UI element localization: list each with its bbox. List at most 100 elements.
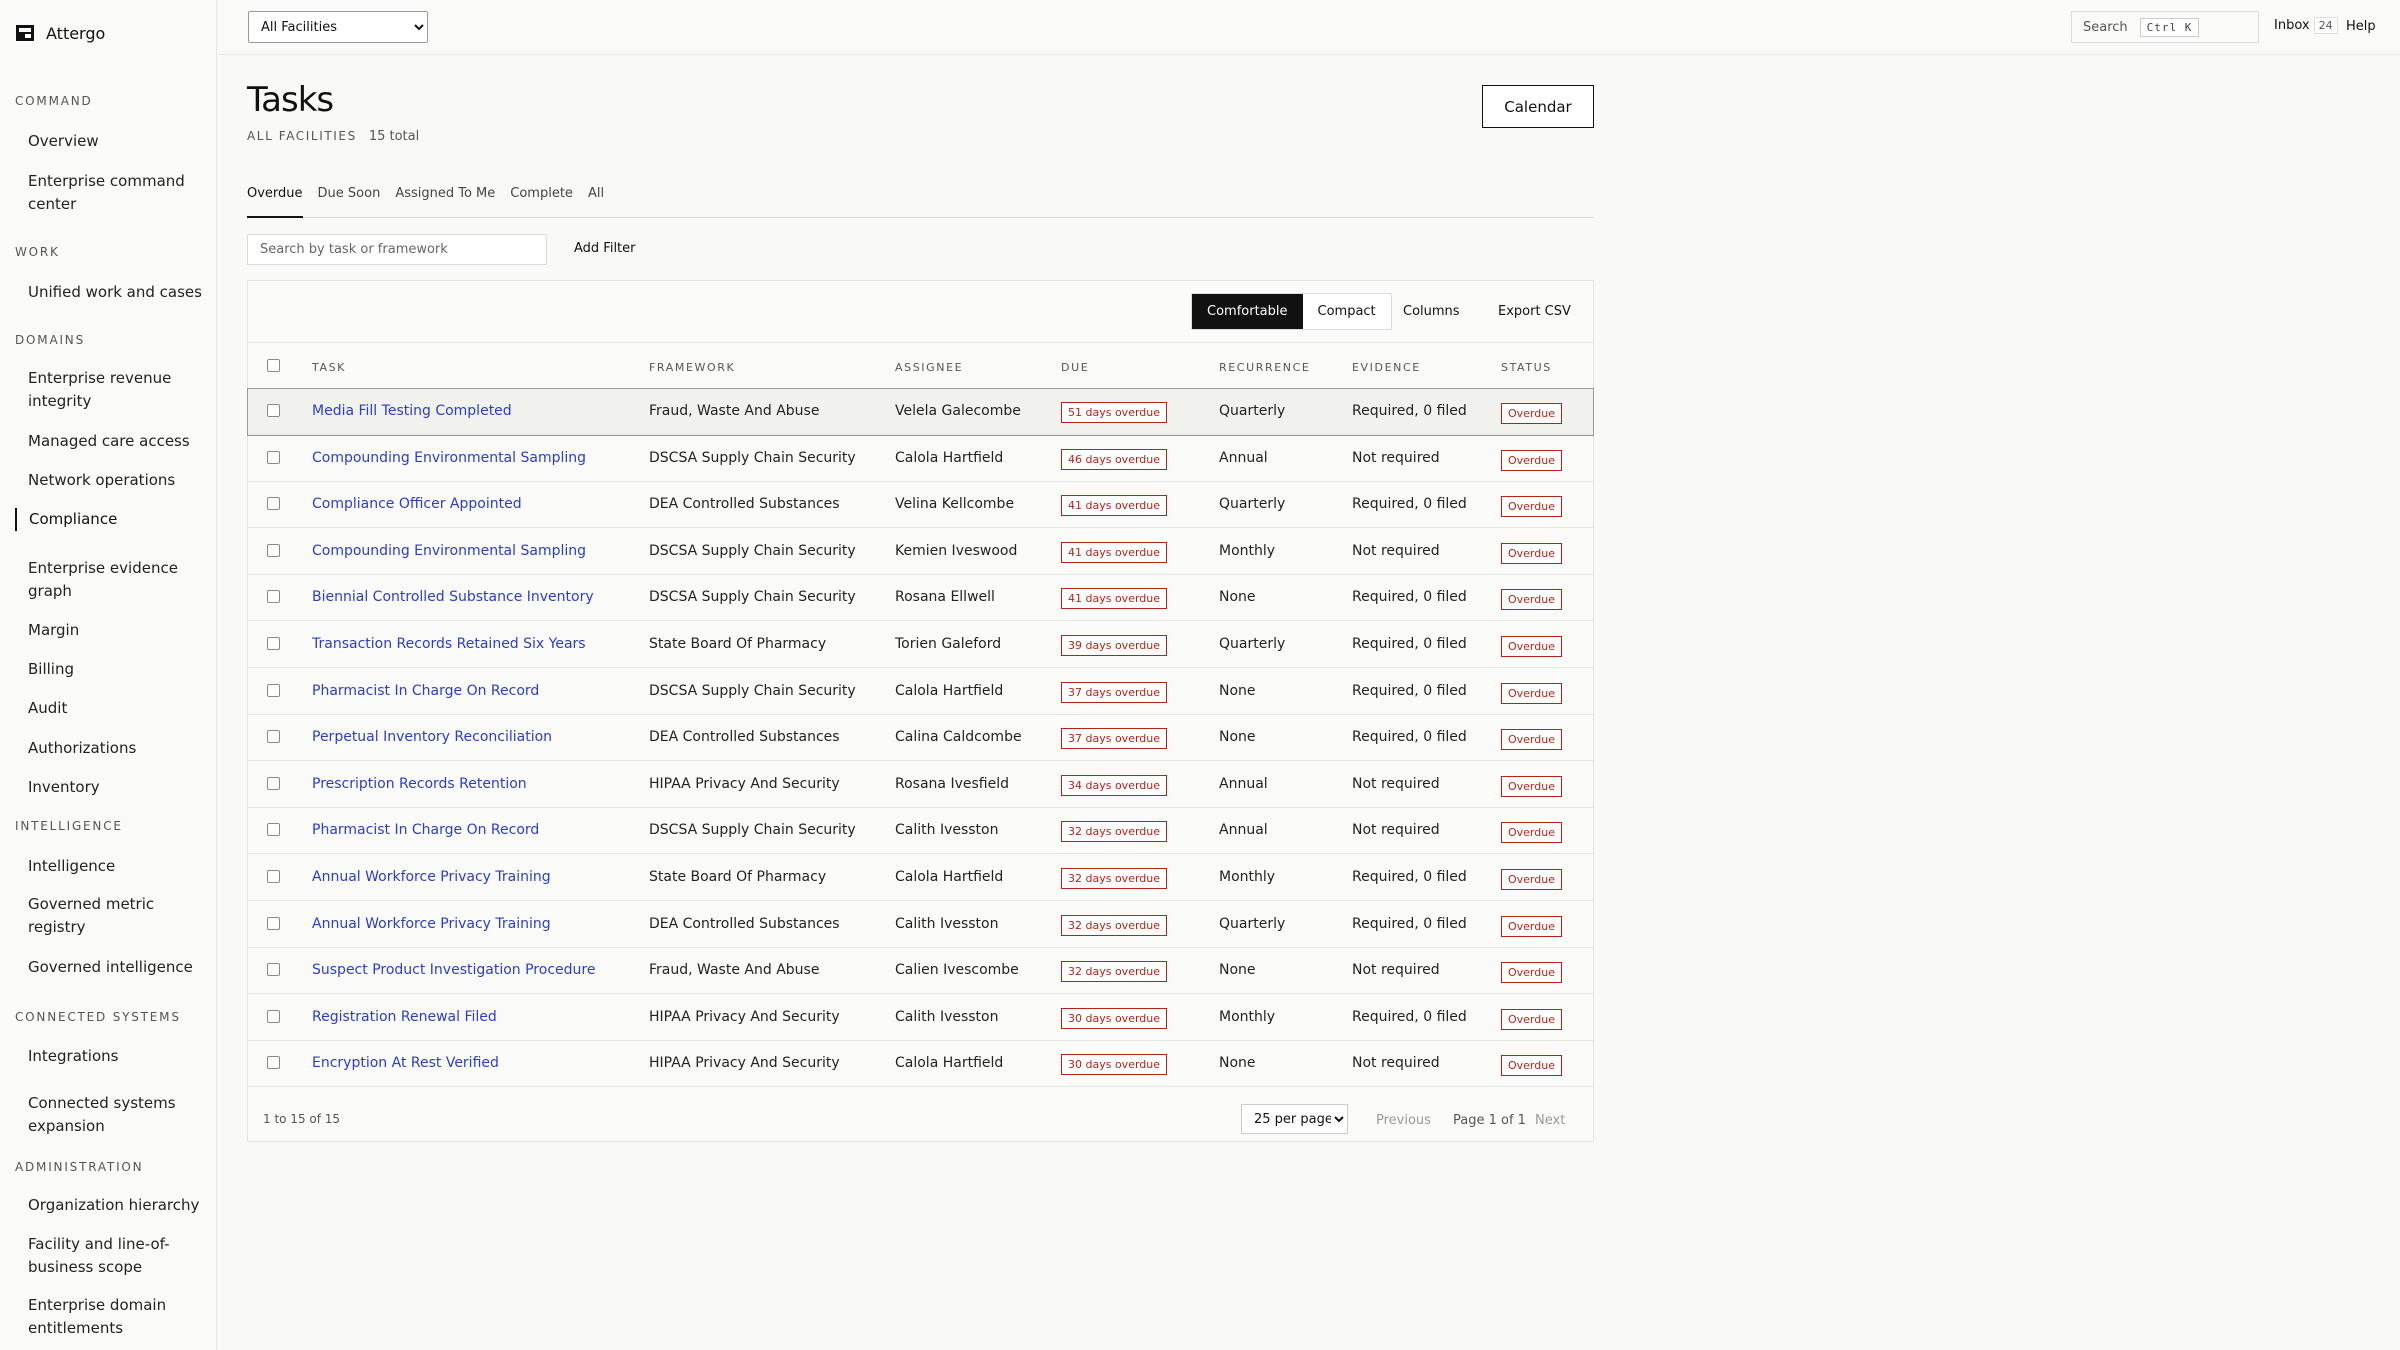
sidebar-item-organization-hierarchy[interactable]: Organization hierarchy: [16, 1194, 211, 1217]
row-checkbox[interactable]: [267, 823, 280, 837]
table-row[interactable]: Compliance Officer Appointed DEA Controll…: [248, 482, 1593, 529]
task-link[interactable]: Media Fill Testing Completed: [312, 403, 512, 419]
previous-page-button[interactable]: Previous: [1376, 1113, 1431, 1128]
sidebar-item-compliance[interactable]: Compliance: [15, 508, 210, 531]
column-header-recurrence[interactable]: RECURRENCE: [1219, 361, 1310, 374]
table-row[interactable]: Compounding Environmental Sampling DSCSA …: [248, 529, 1593, 575]
row-checkbox[interactable]: [267, 916, 280, 930]
page-subtitle: ALL FACILITIES 15 total: [247, 129, 419, 144]
row-checkbox[interactable]: [267, 870, 280, 883]
comfortable-density-button[interactable]: Comfortable: [1192, 294, 1303, 329]
task-link[interactable]: Suspect Product Investigation Procedure: [312, 962, 595, 978]
next-page-button[interactable]: Next: [1535, 1113, 1565, 1128]
sidebar-item-connected-systems-expansion[interactable]: Connected systems expansion: [16, 1092, 211, 1138]
row-checkbox[interactable]: [267, 404, 280, 417]
sidebar-item-overview[interactable]: Overview: [16, 130, 211, 153]
evidence-cell: Not required: [1352, 542, 1440, 559]
tab-overdue[interactable]: Overdue: [247, 184, 303, 218]
tab-due-soon[interactable]: Due Soon: [318, 184, 381, 218]
sidebar-item-authorizations[interactable]: Authorizations: [16, 737, 211, 760]
row-checkbox[interactable]: [267, 683, 280, 697]
sidebar-item-enterprise-command-center[interactable]: Enterprise command center: [16, 170, 211, 216]
sidebar-item-managed-care-access[interactable]: Managed care access: [16, 430, 211, 453]
column-header-framework[interactable]: FRAMEWORK: [649, 361, 735, 374]
export-csv-button[interactable]: Export CSV: [1498, 304, 1571, 319]
brand[interactable]: Attergo: [16, 24, 105, 43]
row-checkbox[interactable]: [267, 497, 280, 511]
sidebar-item-enterprise-revenue-integrity[interactable]: Enterprise revenue integrity: [16, 367, 211, 413]
task-link[interactable]: Annual Workforce Privacy Training: [312, 916, 551, 932]
global-search[interactable]: Search Ctrl K: [2071, 11, 2259, 43]
table-row[interactable]: Biennial Controlled Substance Inventory D…: [248, 575, 1593, 622]
tab-all[interactable]: All: [588, 184, 604, 218]
sidebar-item-governed-metric-registry[interactable]: Governed metric registry: [16, 893, 211, 939]
table-row[interactable]: Prescription Records Retention HIPAA Priv…: [248, 762, 1593, 808]
tab-complete[interactable]: Complete: [510, 184, 573, 218]
column-header-due[interactable]: DUE: [1061, 361, 1089, 374]
column-header-evidence[interactable]: EVIDENCE: [1352, 361, 1421, 374]
sidebar-item-audit[interactable]: Audit: [16, 697, 211, 720]
sidebar-item-billing[interactable]: Billing: [16, 658, 211, 681]
row-checkbox[interactable]: [267, 543, 280, 557]
recurrence-cell: None: [1219, 682, 1256, 699]
sidebar-item-margin[interactable]: Margin: [16, 619, 211, 642]
table-row[interactable]: Pharmacist In Charge On Record DSCSA Supp…: [248, 669, 1593, 715]
row-checkbox[interactable]: [267, 450, 280, 464]
table-row[interactable]: Annual Workforce Privacy Training State B…: [248, 855, 1593, 901]
recurrence-cell: None: [1219, 962, 1256, 979]
task-link[interactable]: Compounding Environmental Sampling: [312, 450, 586, 466]
sidebar-item-facility-and-line-of-business-scope[interactable]: Facility and line-of-business scope: [16, 1233, 211, 1279]
sidebar-item-inventory[interactable]: Inventory: [16, 776, 211, 799]
sidebar-item-intelligence[interactable]: Intelligence: [16, 855, 211, 878]
task-link[interactable]: Compliance Officer Appointed: [312, 496, 522, 512]
add-filter-button[interactable]: Add Filter: [574, 241, 636, 256]
column-header-task[interactable]: TASK: [312, 361, 346, 374]
task-link[interactable]: Prescription Records Retention: [312, 776, 527, 792]
row-checkbox[interactable]: [267, 1009, 280, 1023]
row-checkbox[interactable]: [267, 1056, 280, 1070]
facility-select[interactable]: All Facilities: [248, 11, 428, 43]
column-header-assignee[interactable]: ASSIGNEE: [895, 361, 963, 374]
column-header-status[interactable]: STATUS: [1501, 361, 1552, 374]
table-row[interactable]: Media Fill Testing Completed Fraud, Waste…: [247, 388, 1594, 436]
sidebar-item-network-operations[interactable]: Network operations: [16, 469, 211, 492]
calendar-button[interactable]: Calendar: [1482, 85, 1594, 128]
row-checkbox[interactable]: [267, 637, 280, 650]
status-badge: Overdue: [1501, 962, 1562, 984]
tab-assigned-to-me[interactable]: Assigned To Me: [395, 184, 495, 218]
task-link[interactable]: Registration Renewal Filed: [312, 1009, 497, 1025]
help-link[interactable]: Help: [2346, 19, 2376, 34]
sidebar-item-unified-work-and-cases[interactable]: Unified work and cases: [16, 281, 211, 304]
task-link[interactable]: Encryption At Rest Verified: [312, 1055, 499, 1071]
table-row[interactable]: Compounding Environmental Sampling DSCSA …: [248, 436, 1593, 482]
inbox-link[interactable]: Inbox 24: [2274, 17, 2338, 34]
row-checkbox[interactable]: [267, 776, 280, 790]
task-link[interactable]: Compounding Environmental Sampling: [312, 543, 586, 559]
table-row[interactable]: Encryption At Rest Verified HIPAA Privacy…: [248, 1041, 1593, 1088]
task-search-input[interactable]: [247, 234, 547, 265]
table-row[interactable]: Transaction Records Retained Six Years St…: [248, 622, 1593, 668]
row-checkbox[interactable]: [267, 963, 280, 977]
task-link[interactable]: Perpetual Inventory Reconciliation: [312, 729, 552, 745]
task-link[interactable]: Pharmacist In Charge On Record: [312, 822, 539, 838]
table-row[interactable]: Annual Workforce Privacy Training DEA Con…: [248, 902, 1593, 948]
table-row[interactable]: Registration Renewal Filed HIPAA Privacy …: [248, 995, 1593, 1041]
sidebar-item-governed-intelligence[interactable]: Governed intelligence: [16, 956, 211, 979]
task-link[interactable]: Biennial Controlled Substance Inventory: [312, 589, 594, 605]
table-row[interactable]: Pharmacist In Charge On Record DSCSA Supp…: [248, 808, 1593, 855]
table-row[interactable]: Suspect Product Investigation Procedure F…: [248, 948, 1593, 995]
status-badge: Overdue: [1501, 915, 1562, 937]
columns-button[interactable]: Columns: [1403, 304, 1460, 319]
sidebar-item-enterprise-evidence-graph[interactable]: Enterprise evidence graph: [16, 557, 211, 603]
sidebar-item-integrations[interactable]: Integrations: [16, 1045, 211, 1068]
task-link[interactable]: Pharmacist In Charge On Record: [312, 683, 539, 699]
row-checkbox[interactable]: [267, 590, 280, 604]
table-row[interactable]: Perpetual Inventory Reconciliation DEA Co…: [248, 715, 1593, 762]
row-checkbox[interactable]: [267, 730, 280, 744]
select-all-checkbox[interactable]: [267, 359, 280, 372]
sidebar-item-enterprise-domain-entitlements[interactable]: Enterprise domain entitlements: [16, 1294, 211, 1340]
per-page-select[interactable]: 25 per page: [1241, 1104, 1348, 1134]
task-link[interactable]: Transaction Records Retained Six Years: [312, 636, 586, 652]
task-link[interactable]: Annual Workforce Privacy Training: [312, 869, 551, 885]
compact-density-button[interactable]: Compact: [1302, 294, 1391, 329]
